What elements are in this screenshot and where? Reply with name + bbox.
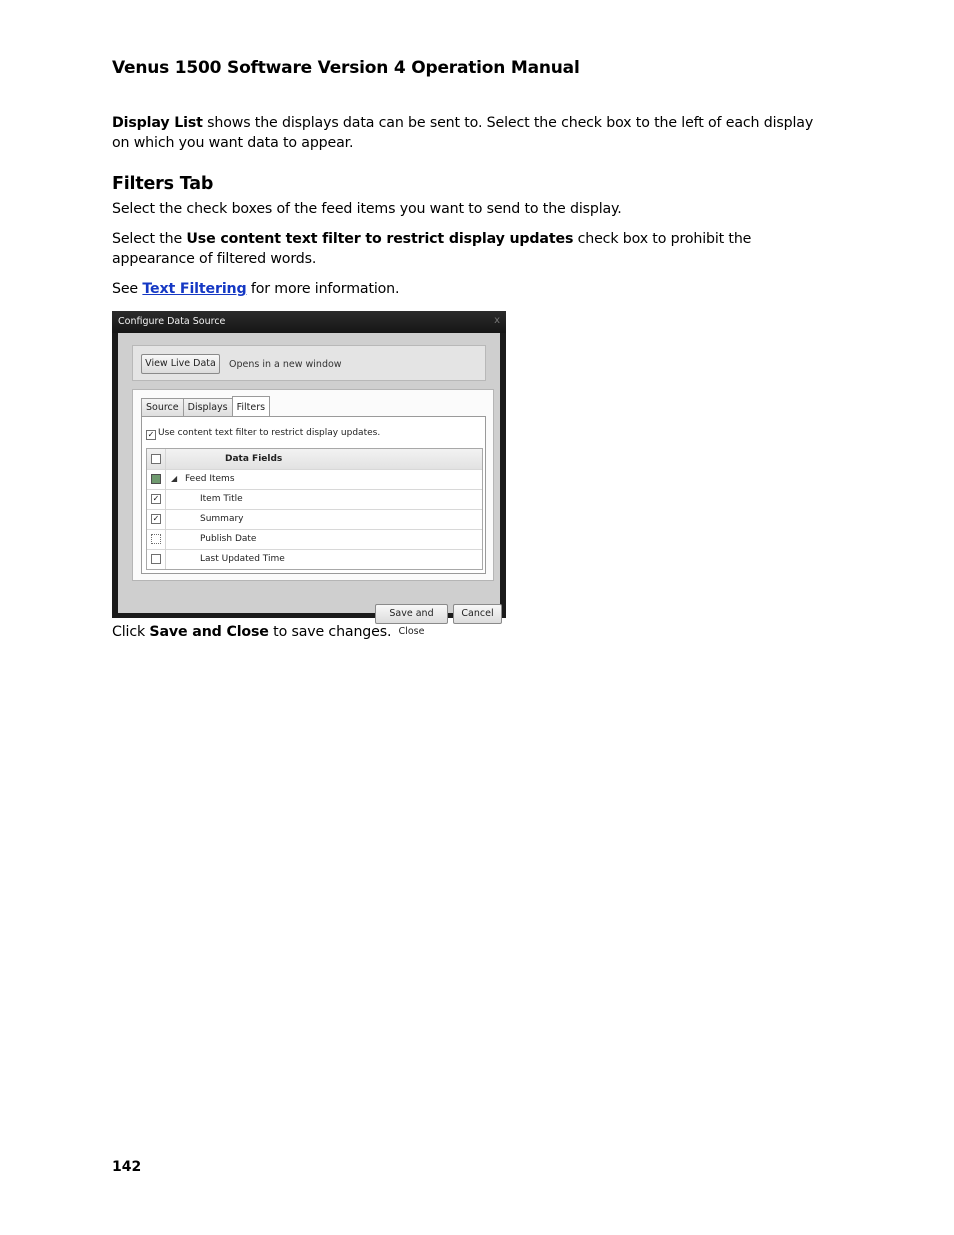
- filters-paragraph-3: See Text Filtering for more information.: [112, 279, 832, 299]
- closing-button-name: Save and Close: [149, 624, 269, 640]
- settings-panel: Source Displays Filters ✓ Use content te…: [132, 389, 494, 581]
- summary-checkbox[interactable]: ✓: [151, 514, 161, 524]
- item-title-checkbox[interactable]: ✓: [151, 494, 161, 504]
- display-list-term: Display List: [112, 115, 203, 131]
- feed-items-label: Feed Items: [185, 474, 235, 484]
- cancel-button[interactable]: Cancel: [453, 604, 502, 624]
- filters-paragraph-1: Select the check boxes of the feed items…: [112, 201, 622, 217]
- summary-label: Summary: [200, 514, 244, 524]
- grid-row-summary: ✓ Summary: [147, 509, 482, 530]
- grid-row-feed-items: ◢ Feed Items: [147, 469, 482, 490]
- dialog-title: Configure Data Source: [118, 316, 226, 327]
- use-content-filter-checkbox[interactable]: ✓: [146, 430, 156, 440]
- tab-displays[interactable]: Displays: [182, 398, 233, 416]
- configure-data-source-screenshot: Configure Data Source x View Live Data O…: [112, 311, 506, 637]
- feed-items-checkbox[interactable]: [151, 474, 161, 484]
- use-content-filter-label: Use content text filter to restrict disp…: [158, 428, 381, 438]
- filters-tab-heading: Filters Tab: [112, 174, 214, 194]
- close-icon[interactable]: x: [494, 315, 500, 326]
- dialog-titlebar: Configure Data Source x: [112, 311, 506, 333]
- grid-row-publish-date: Publish Date: [147, 529, 482, 550]
- closing-prefix: Click: [112, 624, 150, 640]
- dialog-body: View Live Data Opens in a new window Sou…: [118, 333, 502, 637]
- select-all-checkbox[interactable]: [151, 454, 161, 464]
- view-live-data-button[interactable]: View Live Data: [141, 354, 220, 374]
- item-title-label: Item Title: [200, 494, 243, 504]
- publish-date-label: Publish Date: [200, 534, 257, 544]
- document-header-title: Venus 1500 Software Version 4 Operation …: [112, 58, 580, 78]
- closing-suffix: to save changes.: [268, 624, 392, 640]
- filters-paragraph-2: Select the Use content text filter to re…: [112, 229, 832, 269]
- last-updated-label: Last Updated Time: [200, 554, 285, 564]
- data-fields-grid: Data Fields ◢ Feed Items ✓ Item Title ✓ …: [146, 448, 483, 570]
- text-filtering-link[interactable]: Text Filtering: [142, 281, 246, 297]
- filters-tab-page: ✓ Use content text filter to restrict di…: [141, 416, 486, 574]
- dialog-toolbar: View Live Data Opens in a new window: [132, 345, 486, 381]
- opens-new-window-note: Opens in a new window: [229, 359, 342, 370]
- collapse-arrow-icon[interactable]: ◢: [171, 474, 177, 483]
- closing-paragraph: Click Save and Close to save changes.: [112, 622, 832, 642]
- publish-date-checkbox[interactable]: [151, 534, 161, 544]
- grid-header-row: Data Fields: [147, 449, 482, 470]
- p2-prefix: Select the: [112, 231, 187, 247]
- data-fields-header: Data Fields: [225, 454, 283, 464]
- display-list-paragraph: Display List shows the displays data can…: [112, 113, 832, 153]
- grid-row-last-updated: Last Updated Time: [147, 549, 482, 569]
- display-list-description: shows the displays data can be sent to. …: [112, 115, 814, 151]
- last-updated-checkbox[interactable]: [151, 554, 161, 564]
- p2-option-name: Use content text filter to restrict disp…: [186, 231, 574, 247]
- grid-row-item-title: ✓ Item Title: [147, 489, 482, 510]
- p3-prefix: See: [112, 281, 143, 297]
- p3-suffix: for more information.: [246, 281, 400, 297]
- page-number: 142: [112, 1159, 142, 1175]
- tab-strip: Source Displays Filters: [141, 396, 271, 416]
- checkbox-column-divider: [165, 449, 166, 569]
- tab-filters[interactable]: Filters: [231, 396, 271, 416]
- save-and-close-button[interactable]: Save and Close: [375, 604, 448, 637]
- tab-source[interactable]: Source: [141, 398, 184, 416]
